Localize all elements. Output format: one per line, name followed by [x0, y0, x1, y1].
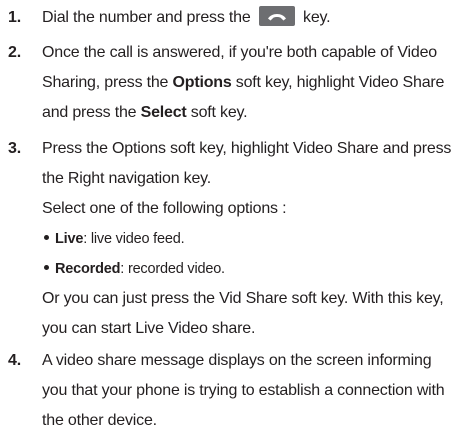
- step-number: 3.: [8, 140, 21, 157]
- step-line: the Right navigation key.: [42, 170, 212, 187]
- step-body: Once the call is answered, if you're bot…: [42, 38, 467, 128]
- list-item: Live: live video feed.: [42, 224, 467, 254]
- instruction-document: 1. Dial the number and press the key. 2.…: [0, 0, 472, 444]
- step-line: you that your phone is trying to establi…: [42, 382, 445, 399]
- step-number: 4.: [8, 352, 21, 369]
- step-line: you can start Live Video share.: [42, 320, 256, 337]
- step-line: and press the Select soft key.: [42, 98, 467, 128]
- step-line: Press the Options soft key, highlight Vi…: [42, 140, 452, 157]
- option-term: Recorded: [55, 261, 121, 277]
- step-number: 2.: [8, 44, 21, 61]
- step-line: Once the call is answered, if you're bot…: [42, 44, 437, 61]
- step-line: Dial the number and press the key.: [42, 3, 467, 33]
- send-key-icon: [258, 6, 295, 26]
- step-line: Sharing, press the Options soft key, hig…: [42, 68, 467, 98]
- step-text: Dial the number and press the: [42, 9, 251, 26]
- step-text: soft key.: [186, 104, 248, 121]
- option-desc: : live video feed.: [83, 231, 185, 247]
- select-soft-key-label: Select: [140, 104, 187, 121]
- bullet-icon: [44, 235, 49, 241]
- step-line: A video share message displays on the sc…: [42, 352, 432, 369]
- step-line: Select one of the following options :: [42, 200, 287, 217]
- step-line: the other device.: [42, 412, 157, 429]
- bullet-icon: [44, 265, 49, 271]
- step-text: soft key, highlight Video Share: [231, 74, 445, 91]
- step-number: 1.: [8, 9, 21, 26]
- step-line: Or you can just press the Vid Share soft…: [42, 290, 444, 307]
- list-item: Recorded: recorded video.: [42, 254, 467, 284]
- option-desc: : recorded video.: [120, 261, 225, 277]
- option-term: Live: [55, 231, 84, 247]
- options-list: Live: live video feed. Recorded: recorde…: [42, 224, 467, 284]
- step-text: Sharing, press the: [42, 74, 173, 91]
- step-text: and press the: [42, 104, 141, 121]
- step-body: Press the Options soft key, highlight Vi…: [42, 134, 467, 344]
- step-body: Dial the number and press the key.: [42, 3, 467, 33]
- step-body: A video share message displays on the sc…: [42, 346, 467, 436]
- step-text: key.: [303, 9, 331, 26]
- options-soft-key-label: Options: [172, 74, 232, 91]
